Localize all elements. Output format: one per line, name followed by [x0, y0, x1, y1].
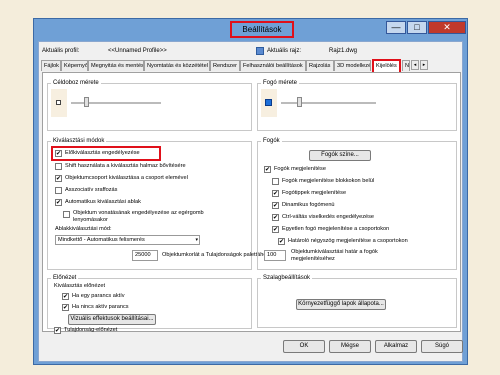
maximize-button[interactable]: □ — [407, 21, 427, 34]
implied-windowing-label: Automatikus kiválasztási ablak — [65, 199, 141, 205]
window-selection-method-dropdown[interactable]: Mindkettő - Automatikus felismerés ▾ — [55, 235, 200, 245]
current-drawing-value: Rajz1.dwg — [329, 48, 358, 54]
single-grip-groups-checkbox[interactable]: ✔ — [272, 226, 279, 233]
visual-effects-button[interactable]: Vizuális effektusok beállításai... — [68, 314, 156, 325]
grip-object-limit-input[interactable]: 100 — [264, 250, 286, 261]
object-limit-input[interactable]: 25000 — [132, 250, 158, 261]
associative-hatch-label: Asszociatív sraffozás — [65, 187, 118, 193]
press-drag-checkbox[interactable] — [63, 211, 70, 218]
current-drawing-label: Aktuális rajz: — [267, 48, 302, 54]
tab-3d-modeling[interactable]: 3D modellezés — [334, 60, 371, 71]
ctrl-cycling-label: Ctrl-váltás viselkedés engedélyezése — [282, 214, 375, 220]
tab-drafting[interactable]: Rajzolás — [306, 60, 334, 71]
property-preview-label: Tulajdonság-előnézet — [64, 327, 118, 333]
no-command-checkbox[interactable]: ✔ — [62, 304, 69, 311]
current-profile-label: Aktuális profil: — [42, 48, 80, 54]
property-preview-checkbox[interactable]: ✔ — [54, 327, 61, 334]
tab-scroll-left-icon[interactable]: ◂ — [411, 60, 419, 70]
no-command-label: Ha nincs aktív parancs — [72, 304, 129, 310]
grips-title: Fogók — [261, 138, 282, 144]
contextual-tab-states-button[interactable]: Környezetfüggő lapok állapota... — [296, 299, 386, 310]
shift-add-label: Shift használata a kiválasztás halmaz bő… — [65, 163, 186, 169]
show-grips-checkbox[interactable]: ✔ — [264, 166, 271, 173]
pickbox-size-title: Céldoboz mérete — [51, 80, 101, 86]
bounding-box-groups-label: Határoló négyszög megjelenítése a csopor… — [288, 238, 408, 244]
noun-verb-selection-label: Előkiválasztás engedélyezése — [65, 150, 140, 156]
minimize-button[interactable]: — — [386, 21, 406, 34]
options-dialog: Beállítások — □ ✕ Aktuális profil: <<Unn… — [33, 18, 468, 365]
preview-title: Előnézet — [51, 275, 79, 281]
window-selection-method-value: Mindkettő - Automatikus felismerés — [58, 237, 145, 243]
grip-square-icon — [265, 99, 272, 106]
show-grips-label: Fogók megjelenítése — [274, 166, 326, 172]
command-active-label: Ha egy parancs aktív — [72, 293, 125, 299]
close-button[interactable]: ✕ — [428, 21, 466, 34]
dynamic-grip-menu-label: Dinamikus fogómenü — [282, 202, 335, 208]
tab-next[interactable]: N — [402, 60, 410, 71]
ctrl-cycling-checkbox[interactable]: ✔ — [272, 214, 279, 221]
grip-size-group: Fogó mérete — [257, 80, 457, 131]
press-drag-label: Objektum vonatásának engedélyezése az eg… — [73, 210, 204, 223]
selection-tab-panel: Céldoboz mérete Kiválasztási módok ✔ Elő… — [42, 72, 461, 334]
pickbox-square-icon — [56, 100, 61, 105]
tab-open-save[interactable]: Megnyitás és mentés — [88, 60, 144, 71]
grip-size-slider[interactable] — [281, 102, 376, 104]
grips-in-blocks-checkbox[interactable] — [272, 178, 279, 185]
bounding-box-groups-checkbox[interactable]: ✔ — [278, 238, 285, 245]
dynamic-grip-menu-checkbox[interactable]: ✔ — [272, 202, 279, 209]
dialog-title: Beállítások — [230, 21, 294, 38]
window-selection-method-label: Ablakkiválasztási mód: — [55, 226, 112, 232]
selection-modes-title: Kiválasztási módok — [51, 138, 107, 144]
pickbox-size-group: Céldoboz mérete — [47, 80, 252, 131]
profile-bar: Aktuális profil: <<Unnamed Profile>> Akt… — [42, 46, 461, 58]
selection-modes-group: Kiválasztási módok ✔ Előkiválasztás enge… — [47, 138, 269, 270]
drawing-icon — [256, 47, 264, 55]
grip-object-limit-label-2: megjelenítéséhez — [291, 256, 335, 262]
ribbon-options-title: Szalagbeállítások — [261, 275, 313, 281]
associative-hatch-checkbox[interactable] — [55, 187, 62, 194]
grip-size-title: Fogó mérete — [261, 80, 300, 86]
ok-button[interactable]: OK — [283, 340, 325, 353]
title-bar[interactable]: Beállítások — □ ✕ — [34, 19, 467, 38]
tab-system[interactable]: Rendszer — [210, 60, 240, 71]
command-active-checkbox[interactable]: ✔ — [62, 293, 69, 300]
shift-add-checkbox[interactable] — [55, 163, 62, 170]
pickbox-preview — [51, 89, 67, 117]
grip-tips-checkbox[interactable]: ✔ — [272, 190, 279, 197]
tab-strip: Fájlok Képernyő Megnyitás és mentés Nyom… — [41, 59, 462, 72]
grip-tips-label: Fogótippek megjelenítése — [282, 190, 347, 196]
grip-object-limit-label-1: Objektumkiválasztási határ a fogók — [291, 249, 378, 255]
grips-in-blocks-label: Fogók megjelenítése blokkokon belül — [282, 178, 375, 184]
object-grouping-label: Objektumcsoport kiválasztása a csoport e… — [65, 175, 188, 181]
cancel-button[interactable]: Mégse — [329, 340, 371, 353]
tab-scroll-right-icon[interactable]: ▸ — [420, 60, 428, 70]
dialog-body: Aktuális profil: <<Unnamed Profile>> Akt… — [38, 41, 463, 362]
noun-verb-selection-checkbox[interactable]: ✔ — [55, 150, 62, 157]
grips-group: Fogók Fogók színe... ✔ Fogók megjeleníté… — [257, 138, 457, 270]
tab-user-preferences[interactable]: Felhasználói beállítások — [240, 60, 306, 71]
preview-group: Előnézet Kiválasztás előnézet ✔ Ha egy p… — [47, 275, 252, 334]
grip-slider-thumb[interactable] — [297, 97, 302, 107]
ribbon-options-group: Szalagbeállítások Környezetfüggő lapok á… — [257, 275, 457, 328]
grip-colors-button[interactable]: Fogók színe... — [309, 150, 371, 161]
object-grouping-checkbox[interactable]: ✔ — [55, 175, 62, 182]
grip-preview — [261, 89, 277, 117]
tab-display[interactable]: Képernyő — [61, 60, 88, 71]
pickbox-slider-thumb[interactable] — [84, 97, 89, 107]
selection-preview-label: Kiválasztás előnézet — [54, 283, 105, 289]
object-limit-label: Objektumkorlát a Tulajdonságok palettáho… — [162, 252, 270, 258]
single-grip-groups-label: Egyetlen fogó megjelenítése a csoportoko… — [282, 226, 390, 232]
apply-button[interactable]: Alkalmaz — [375, 340, 417, 353]
current-profile-value: <<Unnamed Profile>> — [108, 48, 167, 54]
implied-windowing-checkbox[interactable]: ✔ — [55, 199, 62, 206]
chevron-down-icon: ▾ — [195, 237, 198, 243]
help-button[interactable]: Súgó — [421, 340, 463, 353]
tab-selection[interactable]: Kijelölés — [372, 59, 401, 72]
tab-files[interactable]: Fájlok — [41, 60, 61, 71]
tab-plot-publish[interactable]: Nyomtatás és közzététel — [144, 60, 210, 71]
